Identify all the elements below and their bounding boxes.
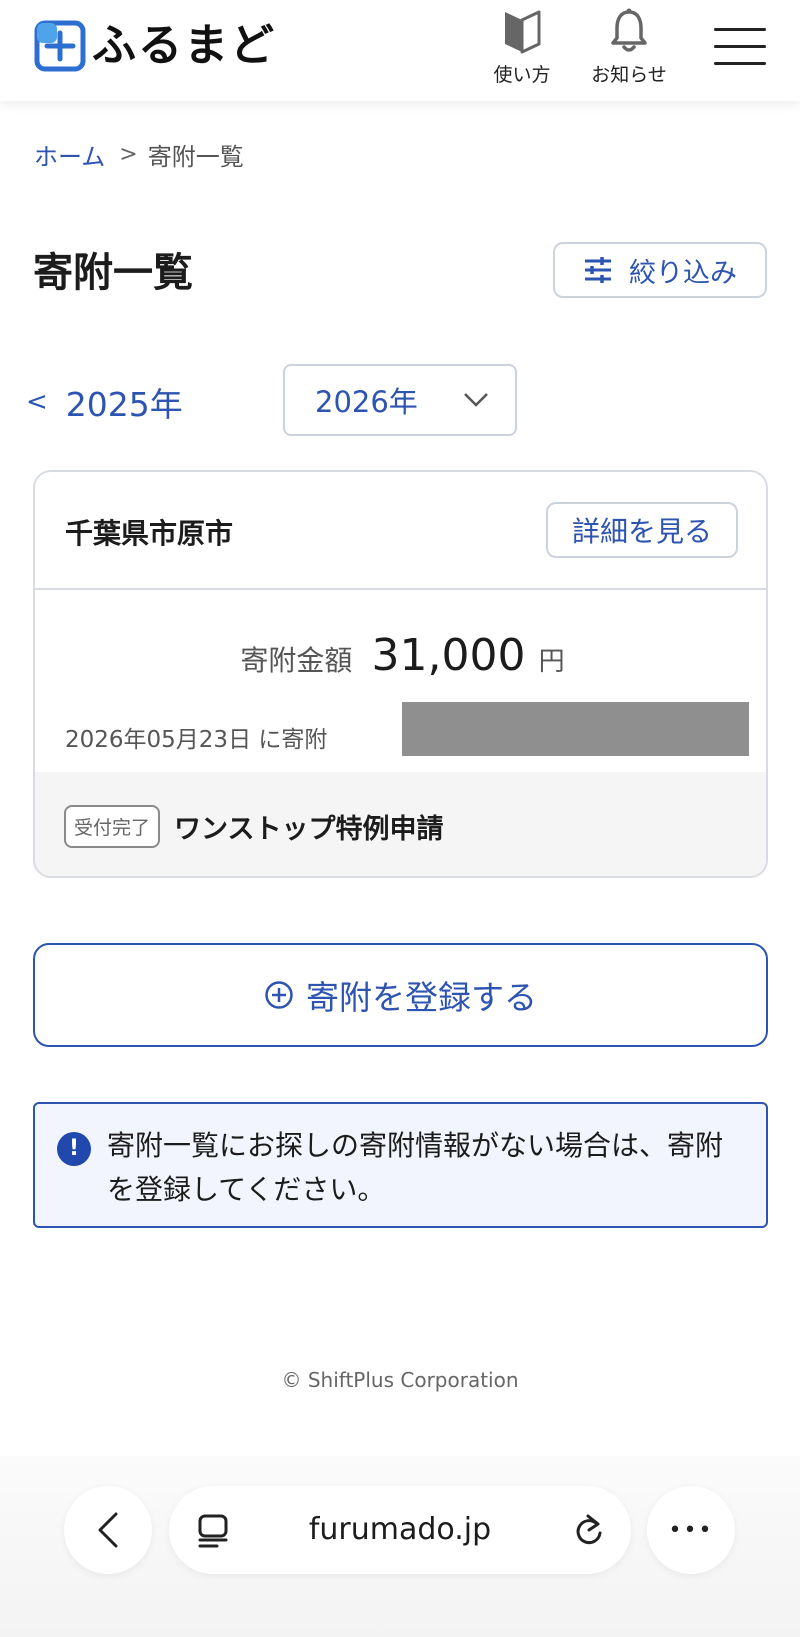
register-donation-button[interactable]: 寄附を登録する: [33, 943, 768, 1047]
donation-amount: 寄附金額 31,000 円: [35, 630, 766, 681]
browser-url: furumado.jp: [308, 1512, 492, 1547]
app-header: ふるまど 使い方 お知らせ: [0, 0, 800, 101]
status-text: ワンストップ特例申請: [174, 813, 444, 845]
page-title: 寄附一覧: [33, 250, 193, 296]
redacted-area: [402, 702, 749, 756]
year-select-value: 2026年: [315, 385, 418, 419]
chevron-down-icon: [464, 393, 488, 407]
notice-label: お知らせ: [591, 64, 667, 86]
logo-mark-icon: [34, 20, 86, 72]
prev-year-link[interactable]: < 2025年: [26, 378, 183, 426]
chevron-left-icon: <: [26, 387, 48, 417]
howto-label: 使い方: [493, 64, 551, 86]
breadcrumb-current: 寄附一覧: [147, 143, 244, 171]
status-badge: 受付完了: [64, 804, 161, 848]
donation-date: 2026年05月23日 に寄附: [65, 727, 328, 753]
breadcrumb-home-link[interactable]: ホーム: [34, 137, 105, 172]
info-message-text: 寄附一覧にお探しの寄附情報がない場合は、寄附を登録してください。: [107, 1129, 724, 1206]
info-message-box: ! 寄附一覧にお探しの寄附情報がない場合は、寄附を登録してください。: [33, 1102, 768, 1228]
donation-card: 千葉県市原市 詳細を見る 寄附金額 31,000 円 2026年05月23日 に…: [33, 470, 768, 878]
more-dots-icon: •••: [668, 1517, 714, 1543]
amount-value: 31,000: [371, 630, 526, 681]
reload-icon[interactable]: [573, 1512, 605, 1548]
copyright-text: © ShiftPlus Corporation: [281, 1368, 519, 1392]
breadcrumb: ホーム > 寄附一覧: [34, 137, 244, 172]
amount-unit: 円: [538, 647, 565, 677]
amount-label: 寄附金額: [240, 644, 353, 677]
register-donation-label: 寄附を登録する: [306, 978, 537, 1017]
filter-sliders-icon: [585, 257, 611, 283]
menu-icon[interactable]: [714, 28, 766, 66]
bell-icon: [611, 8, 647, 52]
view-detail-button[interactable]: 詳細を見る: [546, 502, 738, 558]
howto-button[interactable]: 使い方: [477, 8, 567, 88]
beginner-mark-icon: [505, 10, 541, 54]
filter-button[interactable]: 絞り込み: [553, 242, 767, 298]
donation-card-header: 千葉県市原市 詳細を見る: [35, 472, 766, 590]
breadcrumb-separator-icon: >: [119, 142, 138, 167]
browser-toolbar: furumado.jp •••: [0, 1456, 800, 1637]
browser-more-button[interactable]: •••: [647, 1486, 735, 1574]
status-row: 受付完了 ワンストップ特例申請: [35, 772, 766, 876]
browser-address-bar[interactable]: furumado.jp: [169, 1486, 631, 1574]
info-exclamation-icon: !: [57, 1132, 91, 1166]
prev-year-label: 2025年: [65, 385, 183, 424]
plus-circle-icon: [265, 981, 293, 1009]
logo-text: ふるまど: [92, 20, 276, 71]
municipality-name: 千葉県市原市: [65, 517, 234, 550]
notice-button[interactable]: お知らせ: [584, 8, 674, 88]
filter-label: 絞り込み: [629, 257, 737, 289]
logo[interactable]: ふるまど: [34, 20, 276, 72]
year-select[interactable]: 2026年: [283, 364, 517, 436]
browser-back-button[interactable]: [64, 1486, 152, 1574]
chevron-left-icon: [98, 1512, 118, 1548]
